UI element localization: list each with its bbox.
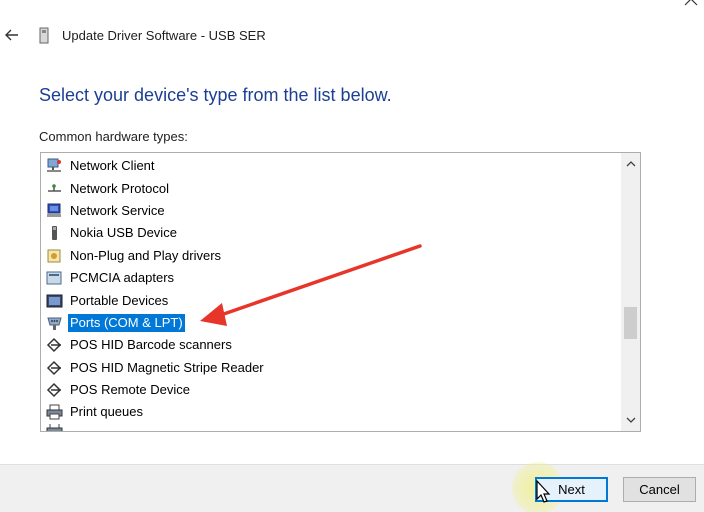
- network-client-icon: [47, 158, 61, 173]
- pos-icon: [46, 383, 62, 398]
- list-item-label: Network Service: [70, 202, 165, 218]
- list-item-network-client[interactable]: Network Client: [41, 155, 621, 177]
- list-item-label: Network Protocol: [70, 180, 169, 196]
- scroll-up-button[interactable]: [621, 155, 640, 173]
- list-label: Common hardware types:: [39, 129, 188, 144]
- hardware-type-list: Network Client Network Protocol Network …: [41, 155, 621, 431]
- printer-icon: [46, 404, 63, 420]
- list-item-label: POS HID Magnetic Stripe Reader: [70, 359, 264, 375]
- chevron-down-icon: [626, 417, 635, 423]
- list-item-non-pnp[interactable]: Non-Plug and Play drivers: [41, 245, 621, 267]
- list-item-ports[interactable]: Ports (COM & LPT): [41, 312, 621, 334]
- list-item-label: Network Client: [70, 158, 155, 174]
- pcmcia-icon: [46, 271, 62, 285]
- mouse-cursor-icon: [536, 480, 551, 503]
- list-item-partial[interactable]: [41, 423, 621, 431]
- usb-device-icon: [39, 27, 49, 44]
- printer-icon: [46, 423, 63, 431]
- list-item-network-service[interactable]: Network Service: [41, 200, 621, 222]
- page-heading: Select your device's type from the list …: [39, 85, 392, 105]
- chevron-up-icon: [626, 161, 635, 167]
- list-item-pos-magnetic[interactable]: POS HID Magnetic Stripe Reader: [41, 357, 621, 379]
- network-service-icon: [47, 203, 61, 217]
- hardware-type-listbox[interactable]: Network Client Network Protocol Network …: [40, 152, 641, 432]
- list-item-label: Non-Plug and Play drivers: [70, 247, 222, 263]
- pos-icon: [46, 360, 62, 375]
- list-item-label: POS HID Barcode scanners: [70, 337, 232, 353]
- portable-device-icon: [46, 294, 63, 308]
- list-item-label: Nokia USB Device: [70, 225, 177, 241]
- non-pnp-icon: [47, 249, 61, 263]
- cancel-button[interactable]: Cancel: [623, 477, 696, 502]
- usb-device-icon: [52, 226, 57, 241]
- port-icon: [47, 317, 62, 330]
- scroll-thumb[interactable]: [624, 307, 637, 339]
- list-scrollbar[interactable]: [621, 153, 640, 431]
- close-icon[interactable]: [684, 0, 698, 6]
- list-item-pos-remote[interactable]: POS Remote Device: [41, 379, 621, 401]
- list-item-label: PCMCIA adapters: [70, 270, 175, 286]
- list-item-pos-barcode[interactable]: POS HID Barcode scanners: [41, 334, 621, 356]
- list-item-label: POS Remote Device: [70, 382, 190, 398]
- list-item-nokia-usb[interactable]: Nokia USB Device: [41, 222, 621, 244]
- scroll-down-button[interactable]: [621, 411, 640, 429]
- list-item-network-protocol[interactable]: Network Protocol: [41, 177, 621, 199]
- list-item-pcmcia[interactable]: PCMCIA adapters: [41, 267, 621, 289]
- update-driver-dialog: Update Driver Software - USB SER Select …: [0, 0, 704, 512]
- back-arrow-icon[interactable]: [4, 27, 20, 43]
- network-protocol-icon: [48, 183, 61, 192]
- list-item-label: Portable Devices: [70, 292, 169, 308]
- window-title: Update Driver Software - USB SER: [62, 28, 266, 43]
- list-item-portable-devices[interactable]: Portable Devices: [41, 289, 621, 311]
- list-item-label: Ports (COM & LPT): [68, 313, 185, 332]
- pos-icon: [46, 338, 62, 353]
- list-item-label: Print queues: [70, 404, 143, 420]
- list-item-print-queues[interactable]: Print queues: [41, 401, 621, 423]
